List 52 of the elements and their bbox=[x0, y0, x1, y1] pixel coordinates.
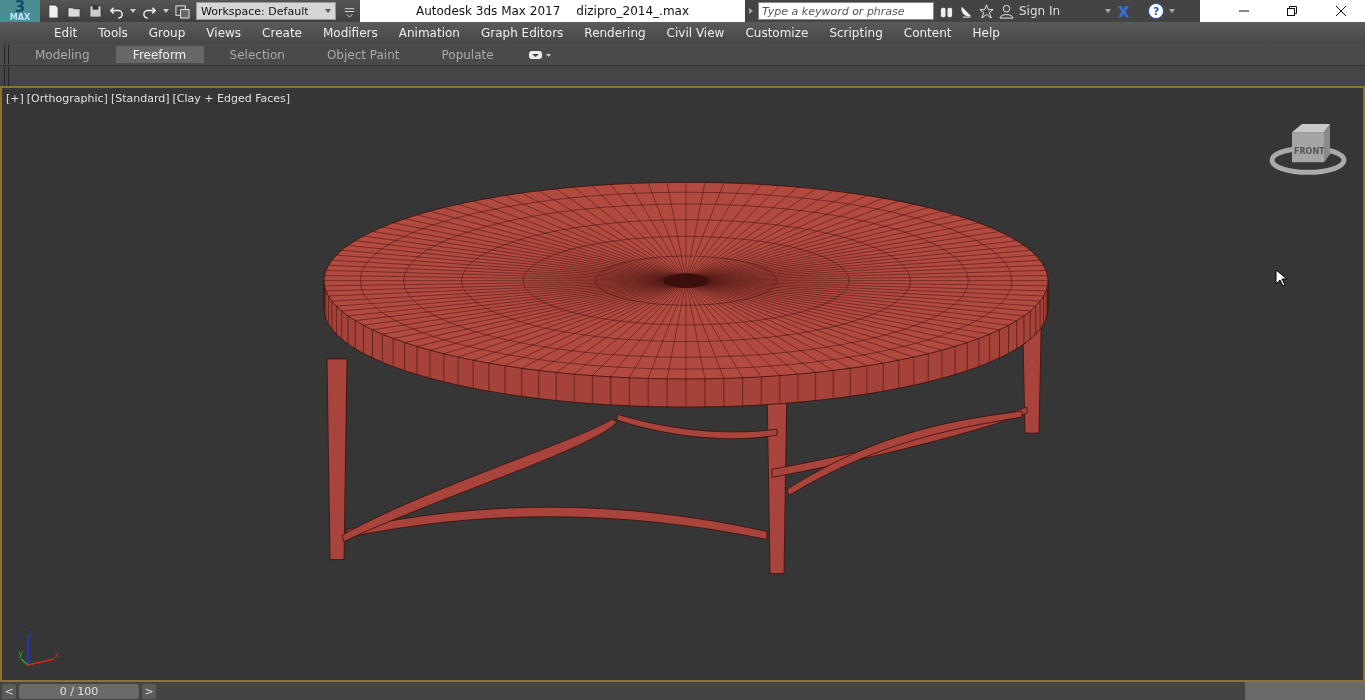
caret-icon[interactable] bbox=[325, 9, 331, 13]
menu-item[interactable]: Modifiers bbox=[322, 26, 378, 40]
workspace-dropdown[interactable]: Workspace: Default bbox=[196, 2, 336, 20]
menu-item[interactable]: Scripting bbox=[829, 26, 883, 40]
save-icon[interactable] bbox=[88, 3, 103, 19]
ribbon-tab[interactable]: Freeform bbox=[115, 46, 204, 63]
ribbon-tab[interactable]: Modeling bbox=[19, 46, 106, 63]
caret-icon[interactable] bbox=[1169, 9, 1176, 13]
ribbon-tab[interactable]: Object Paint bbox=[310, 46, 416, 63]
expand-arrow-icon[interactable] bbox=[749, 8, 753, 14]
menu-item[interactable]: Help bbox=[972, 26, 1000, 40]
menu-item[interactable]: Civil View bbox=[666, 26, 725, 40]
menu-item[interactable]: Views bbox=[206, 26, 242, 40]
axis-label: x bbox=[54, 649, 60, 660]
menu-item[interactable]: Rendering bbox=[584, 26, 646, 40]
search-field[interactable]: Type a keyword or phrase bbox=[758, 2, 934, 20]
menu-item[interactable]: Edit bbox=[54, 26, 78, 40]
star-icon[interactable] bbox=[979, 3, 994, 19]
menu-item[interactable]: Create bbox=[262, 26, 302, 40]
caret-icon[interactable] bbox=[1105, 9, 1112, 13]
viewport-label[interactable]: [+] bbox=[6, 92, 24, 105]
ribbon-options-icon[interactable] bbox=[527, 49, 552, 60]
window-title: Autodesk 3ds Max 2017 bbox=[415, 4, 561, 18]
close-icon[interactable] bbox=[1335, 6, 1346, 16]
restore-icon[interactable] bbox=[1287, 6, 1298, 16]
axis-tripod-drawing bbox=[20, 635, 55, 666]
menu-item[interactable]: Content bbox=[903, 26, 952, 40]
menu-item[interactable]: Tools bbox=[98, 26, 128, 40]
help-button[interactable]: ? bbox=[1148, 3, 1165, 19]
mouse-cursor-icon bbox=[1275, 269, 1287, 287]
viewport-label[interactable]: [Orthographic] bbox=[26, 92, 108, 105]
menu-item[interactable]: Customize bbox=[745, 26, 809, 40]
axis-label: y bbox=[18, 647, 24, 658]
menu-item[interactable]: Graph Editors bbox=[480, 26, 564, 40]
user-icon[interactable] bbox=[999, 3, 1014, 19]
viewport-label[interactable]: [Standard] bbox=[110, 92, 170, 105]
time-slider-track[interactable]: 0 / 100 > bbox=[19, 682, 1242, 700]
caret-icon[interactable] bbox=[163, 9, 169, 13]
ribbon-tab[interactable]: Selection bbox=[213, 46, 301, 63]
ribbon-tab[interactable]: Populate bbox=[425, 46, 510, 63]
caret-icon[interactable] bbox=[130, 9, 136, 13]
axis-label: z bbox=[28, 627, 33, 638]
menu-item[interactable]: Animation bbox=[398, 26, 460, 40]
file-name: dizipro_2014_.max bbox=[576, 4, 690, 18]
project-folder-icon[interactable] bbox=[175, 3, 190, 19]
sign-in-link[interactable]: Sign In bbox=[1019, 4, 1061, 18]
viewport-label[interactable]: [Clay + Edged Faces] bbox=[172, 92, 291, 105]
menu-item[interactable]: Group bbox=[148, 26, 186, 40]
time-slider-thumb[interactable]: 0 / 100 bbox=[19, 683, 139, 699]
previous-frame-button[interactable]: < bbox=[2, 683, 16, 699]
next-frame-button[interactable]: > bbox=[142, 683, 156, 699]
new-file-icon[interactable] bbox=[46, 3, 61, 19]
